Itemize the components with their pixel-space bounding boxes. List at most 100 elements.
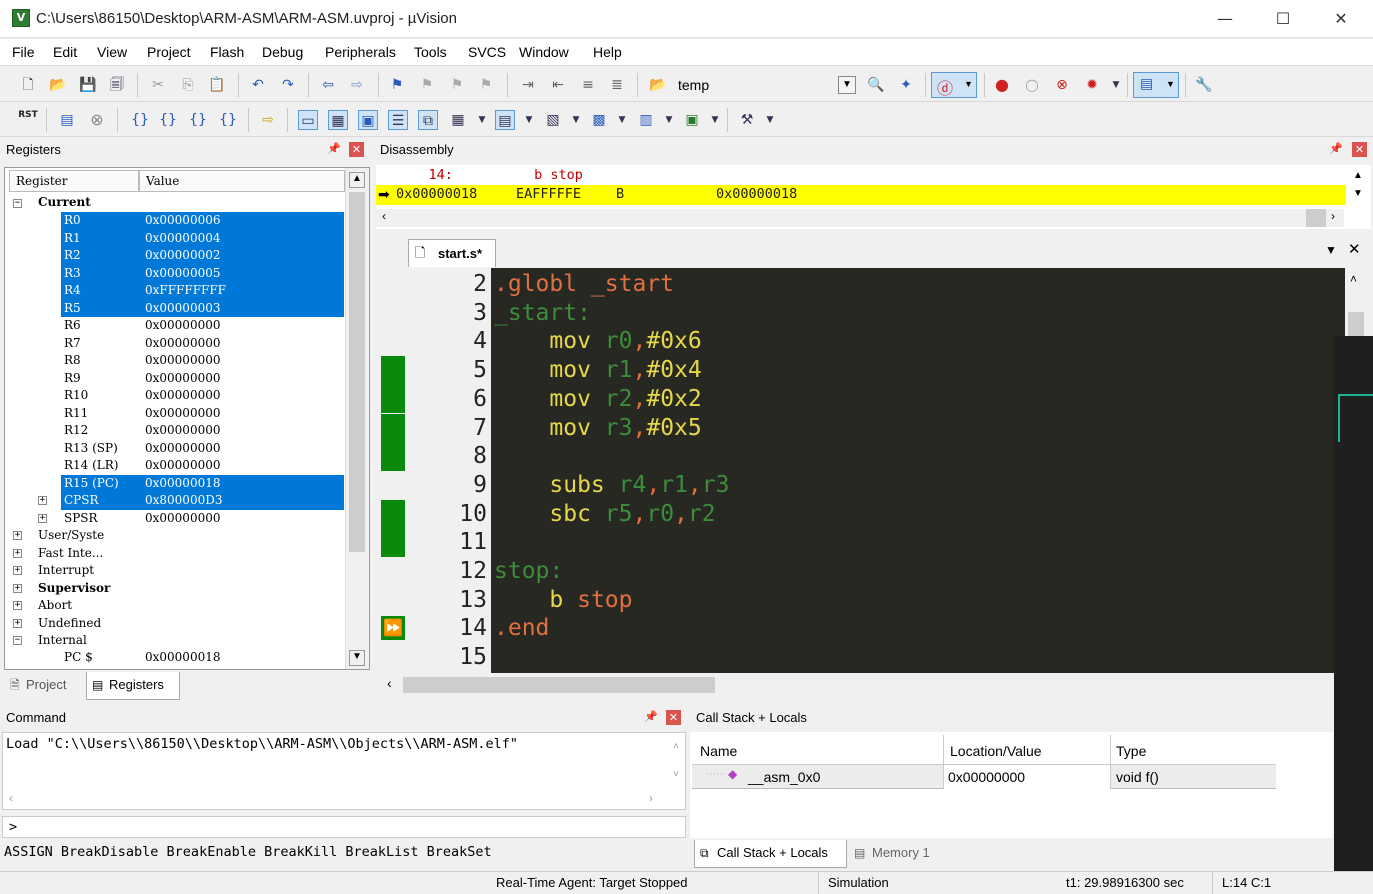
undo-icon[interactable]: ↶ <box>248 75 268 95</box>
code-line[interactable]: 9 subs r4,r1,r3 <box>379 471 1345 500</box>
code-line[interactable]: 4 mov r0,#0x6 <box>379 327 1345 356</box>
toolbox-icon[interactable]: ⚒ <box>737 110 757 130</box>
step-into-icon[interactable]: {} <box>130 110 150 130</box>
reset-icon[interactable]: RST <box>18 110 38 130</box>
menu-window[interactable]: Window <box>519 44 569 60</box>
expand-icon[interactable]: + <box>13 601 22 610</box>
value-column-header[interactable]: Value <box>139 170 345 192</box>
disassembly-vscroll[interactable]: ▲ ▼ <box>1350 167 1366 205</box>
comment-icon[interactable]: ≡ <box>578 75 598 95</box>
register-group[interactable]: Undefined <box>38 615 101 632</box>
scroll-thumb[interactable] <box>1306 209 1326 227</box>
wrench-icon[interactable]: 🔧 <box>1194 75 1214 95</box>
register-row[interactable]: R14 (LR) 0x00000000 <box>5 457 345 475</box>
disassembly-window-icon[interactable]: ▦ <box>328 110 348 130</box>
trace-window-icon[interactable]: ▥ <box>636 110 656 130</box>
pin-icon[interactable]: 📌 <box>327 142 341 156</box>
show-next-statement-icon[interactable]: ⇨ <box>258 110 278 130</box>
scroll-up-icon[interactable]: ˄ <box>1350 272 1357 286</box>
registers-scrollbar[interactable]: ▲ ▼ <box>345 168 369 669</box>
tab-list-dropdown-icon[interactable]: ▼ <box>1325 243 1337 257</box>
unindent-icon[interactable]: ⇤ <box>548 75 568 95</box>
chevron-down-icon[interactable]: ▼ <box>705 110 725 130</box>
new-file-icon[interactable]: 🗋 <box>18 75 38 95</box>
call-stack-window-icon[interactable]: ⧉ <box>418 110 438 130</box>
stop-icon[interactable]: ⊗ <box>87 110 107 130</box>
expand-icon[interactable]: + <box>38 513 47 523</box>
save-icon[interactable]: 💾 <box>78 75 98 95</box>
register-row[interactable]: R11 0x00000000 <box>5 405 345 423</box>
insert-breakpoint-icon[interactable]: ● <box>992 75 1012 95</box>
chevron-down-icon[interactable]: ▼ <box>1106 75 1126 95</box>
chevron-down-icon[interactable]: ▼ <box>472 110 492 130</box>
symbols-window-icon[interactable]: ▣ <box>358 110 378 130</box>
register-group[interactable]: User/Syste <box>38 527 104 544</box>
code-line[interactable]: 8 <box>379 442 1345 471</box>
register-row[interactable]: R15 (PC) 0x00000018 <box>5 474 345 492</box>
collapse-icon[interactable]: − <box>13 636 22 645</box>
chevron-down-icon[interactable]: ▼ <box>659 110 679 130</box>
tab-callstack[interactable]: ⧉ Call Stack + Locals <box>694 840 847 868</box>
code-line[interactable]: 2 .globl _start <box>379 270 1345 299</box>
configure-icon[interactable]: ✦ <box>896 75 916 95</box>
chevron-down-icon[interactable]: ▼ <box>760 110 780 130</box>
menu-peripherals[interactable]: Peripherals <box>325 44 396 60</box>
register-row[interactable]: R2 0x00000002 <box>5 247 345 265</box>
serial-window-icon[interactable]: ▧ <box>543 110 563 130</box>
menu-tools[interactable]: Tools <box>414 44 447 60</box>
current-group[interactable]: Current <box>38 194 91 211</box>
expand-icon[interactable]: + <box>13 566 22 575</box>
command-output[interactable]: Load "C:\\Users\\86150\\Desktop\\ARM-ASM… <box>2 732 686 810</box>
close-tab-icon[interactable]: ✕ <box>1348 240 1361 258</box>
register-row[interactable]: R7 0x00000000 <box>5 335 345 353</box>
save-all-icon[interactable]: 🗐 <box>107 75 127 95</box>
prev-bookmark-icon[interactable]: ⚑ <box>417 75 437 95</box>
uncomment-icon[interactable]: ≣ <box>607 75 627 95</box>
disable-all-breakpoints-icon[interactable]: ⊗ <box>1052 75 1072 95</box>
tab-project[interactable]: 🗎 Project <box>4 672 82 700</box>
name-column-header[interactable]: Name <box>700 743 737 759</box>
debug-session-button[interactable]: ⓓ ▼ <box>931 72 977 98</box>
memory-window-icon[interactable]: ▤ <box>495 110 515 130</box>
target-combo[interactable]: temp ▼ <box>672 74 858 96</box>
register-column-header[interactable]: Register <box>9 170 139 192</box>
pin-icon[interactable]: 📌 <box>644 710 658 724</box>
register-row[interactable]: R10 0x00000000 <box>5 387 345 405</box>
register-row[interactable]: R3 0x00000005 <box>5 264 345 282</box>
step-out-icon[interactable]: {} <box>188 110 208 130</box>
minimize-button[interactable]: — <box>1203 6 1247 32</box>
register-row[interactable]: R6 0x00000000 <box>5 317 345 335</box>
clear-bookmarks-icon[interactable]: ⚑ <box>476 75 496 95</box>
run-icon[interactable]: ▤ <box>57 110 77 130</box>
scroll-thumb[interactable] <box>349 192 365 552</box>
code-line[interactable]: 15 <box>379 643 1345 672</box>
register-row[interactable]: R1 0x00000004 <box>5 229 345 247</box>
scroll-down-icon[interactable]: ▼ <box>349 650 365 666</box>
menu-help[interactable]: Help <box>593 44 622 60</box>
source-editor[interactable]: 2 .globl _start 3 _start: 4 mov r0,#0x6 5 mov… <box>379 268 1345 673</box>
code-line[interactable]: 11 <box>379 528 1345 557</box>
indent-icon[interactable]: ⇥ <box>518 75 538 95</box>
close-icon[interactable]: ✕ <box>1352 142 1367 157</box>
command-input[interactable]: > <box>2 816 686 838</box>
current-instruction-line[interactable]: ➡ 0x00000018 EAFFFFFE B 0x00000018 <box>376 185 1346 205</box>
register-row[interactable]: R13 (SP) 0x00000000 <box>5 440 345 458</box>
menu-project[interactable]: Project <box>147 44 191 60</box>
watch-window-icon[interactable]: ▦ <box>448 110 468 130</box>
bookmark-icon[interactable]: ⚑ <box>387 75 407 95</box>
register-group[interactable]: Abort <box>38 597 72 614</box>
maximize-button[interactable]: ☐ <box>1261 6 1305 32</box>
disassembly-source-line[interactable]: 14: b stop <box>396 166 583 185</box>
run-to-cursor-icon[interactable]: {} <box>218 110 238 130</box>
type-column-header[interactable]: Type <box>1116 743 1146 759</box>
pin-icon[interactable]: 📌 <box>1329 142 1343 156</box>
disassembly-hscroll[interactable]: ‹ › <box>376 209 1344 227</box>
menu-file[interactable]: File <box>12 44 35 60</box>
redo-icon[interactable]: ↷ <box>278 75 298 95</box>
register-group[interactable]: Fast Inte... <box>38 545 103 562</box>
cut-icon[interactable]: ✂ <box>148 75 168 95</box>
kill-all-breakpoints-icon[interactable]: ✹ <box>1082 75 1102 95</box>
chevron-down-icon[interactable]: ▼ <box>519 110 539 130</box>
menu-svcs[interactable]: SVCS <box>468 44 506 60</box>
next-bookmark-icon[interactable]: ⚑ <box>447 75 467 95</box>
